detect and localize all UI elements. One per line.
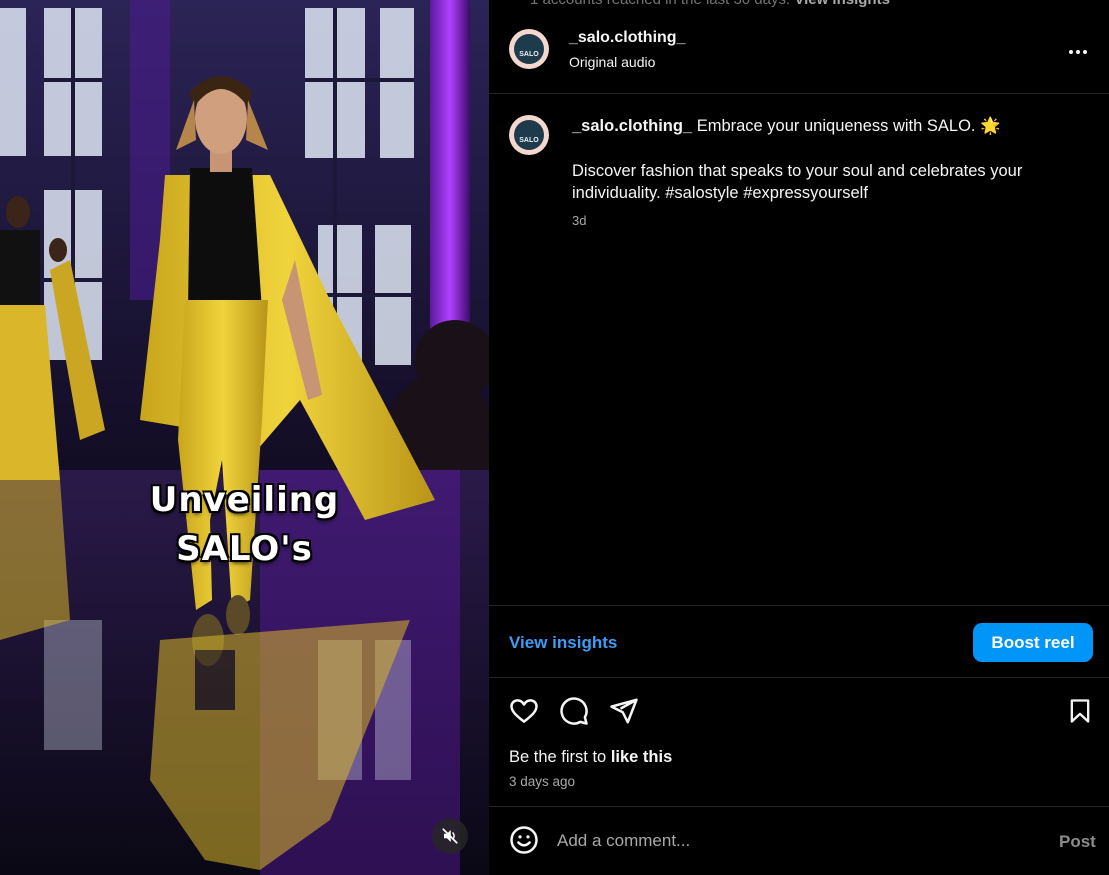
comment-bar: Post: [489, 808, 1109, 875]
more-options-dot: [1076, 50, 1080, 54]
caption-line1: Embrace your uniqueness with SALO. 🌟: [696, 117, 1001, 135]
insights-row: View insights Boost reel: [489, 607, 1109, 678]
caption-timestamp: 3d: [572, 213, 587, 228]
mute-toggle-button[interactable]: [432, 818, 468, 854]
caption-line2: Discover fashion that speaks to your sou…: [572, 162, 1023, 202]
comment-input[interactable]: [557, 828, 1027, 854]
video-overlay-title-line1: Unveiling: [149, 480, 340, 520]
avatar[interactable]: SALO: [509, 29, 549, 69]
speaker-muted-icon: [442, 828, 458, 844]
reel-video[interactable]: Unveiling SALO's: [0, 0, 489, 875]
heart-icon: [510, 699, 538, 723]
author-username[interactable]: _salo.clothing_: [569, 29, 685, 47]
brand-logo-icon: SALO: [514, 34, 544, 64]
caption-section: SALO _salo.clothing_ Embrace your unique…: [489, 95, 1109, 606]
caption-username[interactable]: _salo.clothing_: [572, 117, 692, 135]
caption-text: _salo.clothing_ Embrace your uniqueness …: [572, 115, 1072, 204]
comment-icon: [560, 697, 588, 725]
avatar-logo-label: SALO: [519, 51, 539, 58]
likes-summary: Be the first to like this: [509, 748, 672, 767]
comment-button[interactable]: [558, 695, 590, 727]
post-header: SALO _salo.clothing_ Original audio: [489, 8, 1109, 94]
bookmark-icon: [1070, 699, 1090, 723]
post-actions: Be the first to like this 3 days ago: [489, 679, 1109, 807]
reach-view-insights-link[interactable]: View insights: [794, 0, 890, 8]
like-this-link[interactable]: like this: [611, 748, 672, 766]
post-timestamp: 3 days ago: [509, 774, 576, 789]
boost-reel-button[interactable]: Boost reel: [973, 623, 1093, 662]
more-options-button[interactable]: [1065, 42, 1091, 62]
brand-logo-icon: SALO: [514, 120, 544, 150]
view-insights-link[interactable]: View insights: [509, 633, 617, 653]
reach-summary: 1 accounts reached in the last 30 days. …: [530, 0, 890, 8]
share-icon: [610, 698, 638, 724]
emoji-button[interactable]: [508, 824, 540, 856]
emoji-icon: [510, 826, 538, 854]
runway-scene-image: [0, 0, 489, 875]
post-details-panel: 1 accounts reached in the last 30 days. …: [489, 0, 1109, 875]
like-button[interactable]: [508, 695, 540, 727]
caption-avatar[interactable]: SALO: [509, 115, 549, 155]
video-overlay-title-line2: SALO's: [176, 529, 313, 569]
avatar-logo-label: SALO: [519, 137, 539, 144]
share-button[interactable]: [608, 695, 640, 727]
more-options-icon: [1069, 50, 1073, 54]
likes-prefix: Be the first to: [509, 748, 607, 766]
more-options-dot: [1083, 50, 1087, 54]
reach-text: 1 accounts reached in the last 30 days.: [530, 0, 790, 8]
audio-label[interactable]: Original audio: [569, 54, 655, 70]
save-button[interactable]: [1064, 695, 1096, 727]
post-comment-button[interactable]: Post: [1059, 832, 1096, 852]
